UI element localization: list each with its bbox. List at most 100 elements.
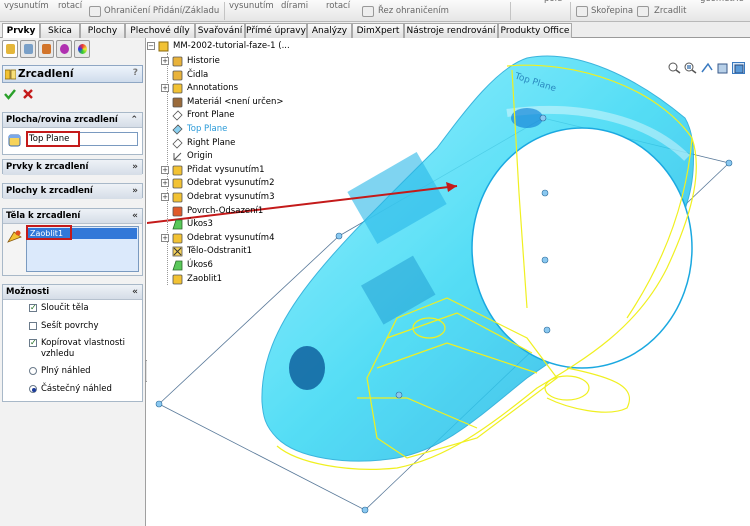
panel-tab-strip (2, 40, 144, 60)
option-full-preview[interactable]: Plný náhled (29, 366, 141, 378)
body-hole (471, 127, 693, 369)
expand-toggle[interactable]: + (161, 165, 169, 174)
ribbon-label-hole[interactable]: dírami (281, 1, 308, 11)
chevron-down-icon[interactable]: » (132, 160, 138, 174)
cut-icon (172, 178, 183, 189)
mirror-icon[interactable] (637, 6, 649, 17)
tab-prvky[interactable]: Prvky (2, 23, 40, 39)
extrude-icon (172, 165, 183, 176)
property-manager-header: Zrcadlení ? (2, 65, 143, 83)
shell-icon[interactable] (576, 6, 588, 17)
expand-toggle[interactable]: + (161, 57, 169, 65)
plane-selection-icon (8, 134, 21, 147)
chevron-up-icon[interactable]: « (132, 209, 138, 223)
section-header-faces[interactable]: Plochy k zrcadlení » (3, 184, 142, 199)
section-header-bodies[interactable]: Těla k zrcadlení « (3, 209, 142, 224)
plane-icon (172, 138, 183, 149)
faces-to-mirror-section: Plochy k zrcadlení » (2, 183, 143, 199)
radio-full-preview[interactable] (29, 367, 37, 375)
expand-toggle[interactable]: + (161, 84, 169, 93)
body-selection-icon (7, 230, 22, 243)
expand-toggle[interactable]: + (161, 193, 169, 201)
display-manager-tab[interactable] (74, 40, 90, 58)
option-merge-bodies[interactable]: Sloučit těla (29, 302, 141, 315)
body-boss-hole (289, 346, 325, 390)
red-highlight-box (26, 225, 72, 240)
tab-dimxpert[interactable]: DimXpert (352, 23, 404, 38)
tree-item-label: Origin (187, 151, 213, 162)
material-icon (172, 97, 183, 108)
section-header-options[interactable]: Možnosti « (3, 285, 142, 300)
close-icon[interactable] (22, 88, 34, 100)
option-label: Plný náhled (41, 366, 91, 376)
help-button[interactable]: ? (133, 68, 138, 78)
ribbon-label-boundary-boss[interactable]: Ohraničení Přidání/Základu (104, 6, 219, 16)
checkbox-merge-bodies[interactable] (29, 302, 37, 313)
red-highlight-box (26, 131, 80, 147)
option-copy-appearance[interactable]: Kopírovat vlastnosti vzhledu (29, 337, 141, 362)
zoom-to-fit-icon[interactable] (668, 62, 681, 74)
option-knit-surfaces[interactable]: Sešít povrchy (29, 321, 141, 333)
tab-produkty-office[interactable]: Produkty Office (498, 23, 572, 38)
section-header-mirror-plane[interactable]: Plocha/rovina zrcadlení ⌃ (3, 113, 142, 128)
feature-manager-tab[interactable] (2, 40, 18, 58)
origin-icon (172, 151, 183, 162)
tree-item-label: Odebrat vysunutím2 (187, 178, 275, 189)
previous-view-icon[interactable] (700, 62, 713, 74)
section-view-icon[interactable] (716, 62, 729, 74)
cut-icon (172, 233, 183, 244)
plane-icon (172, 124, 183, 135)
ribbon-label-revolve-boss[interactable]: rotací (58, 1, 82, 11)
ribbon-separator (570, 2, 571, 20)
tree-item-label: Úkos3 (187, 219, 213, 230)
view-orientation-icon[interactable] (732, 62, 745, 74)
checkbox-knit-surfaces[interactable] (29, 322, 37, 330)
section-title: Plocha/rovina zrcadlení (6, 115, 118, 125)
chevron-up-icon[interactable]: ⌃ (130, 113, 138, 127)
section-header-features[interactable]: Prvky k zrcadlení » (3, 160, 142, 175)
chevron-down-icon[interactable]: » (132, 184, 138, 198)
part-icon (158, 41, 169, 52)
ribbon-label-mirror[interactable]: Zrcadlit (654, 6, 686, 16)
option-label: Sloučit těla (41, 303, 89, 313)
zoom-area-icon[interactable] (684, 62, 697, 74)
tab-plochy[interactable]: Plochy (80, 23, 125, 38)
option-partial-preview[interactable]: Částečný náhled (29, 384, 141, 396)
tab-svarovani[interactable]: Svařování (195, 23, 245, 38)
radio-partial-preview[interactable] (29, 385, 37, 393)
tab-plechove-dily[interactable]: Plechové díly (125, 23, 195, 38)
property-manager-panel: Zrcadlení ? Plocha/rovina zrcadlení ⌃ Top… (0, 38, 146, 526)
dimxpert-manager-tab[interactable] (56, 40, 72, 58)
tree-item-label: Odebrat vysunutím3 (187, 192, 275, 202)
ribbon-label-extrude-boss[interactable]: vysunutím (4, 1, 49, 11)
feature-tree-icon (6, 44, 15, 54)
ribbon-label-revolve-cut[interactable]: rotací (326, 1, 350, 11)
property-manager-tab[interactable] (20, 40, 36, 58)
ribbon-label-extrude-cut[interactable]: vysunutím (229, 1, 274, 11)
tab-nastroje-rendrovani[interactable]: Nástroje rendrování (404, 23, 498, 38)
sensor-icon (172, 70, 183, 81)
ribbon-label-shell[interactable]: Skořepina (591, 6, 633, 16)
cut-icon (172, 192, 183, 203)
tree-item-label: Materiál <není určen> (187, 96, 284, 107)
expand-toggle[interactable]: + (161, 179, 169, 188)
section-title: Možnosti (6, 287, 50, 297)
boundary-cut-icon[interactable] (362, 6, 374, 17)
tree-item-label: Úkos6 (187, 260, 213, 270)
options-section: Možnosti « Sloučit těla Sešít povrchy Kop… (2, 284, 143, 402)
page-title: Zrcadlení (18, 68, 74, 80)
expand-toggle[interactable]: − (147, 42, 155, 50)
check-icon[interactable] (4, 88, 16, 100)
expand-toggle[interactable]: + (161, 233, 169, 242)
tab-prime-upravy[interactable]: Přímé úpravy (245, 23, 307, 38)
tab-analyzy[interactable]: Analýzy (307, 23, 352, 38)
chevron-up-icon[interactable]: « (132, 285, 138, 299)
ribbon-label-boundary-cut[interactable]: Řez ohraničením (378, 6, 449, 16)
boundary-boss-icon[interactable] (89, 6, 101, 17)
checkbox-copy-appearance[interactable] (29, 337, 37, 348)
graphics-area[interactable]: Top Plane − MM-2002-tutorial-faze-1 (...… (147, 38, 750, 526)
ribbon-label-pattern[interactable]: pole (544, 0, 562, 4)
ribbon-label-geometry[interactable]: geometrie (700, 0, 744, 4)
tab-skica[interactable]: Skica (40, 23, 80, 38)
configuration-manager-tab[interactable] (38, 40, 54, 58)
